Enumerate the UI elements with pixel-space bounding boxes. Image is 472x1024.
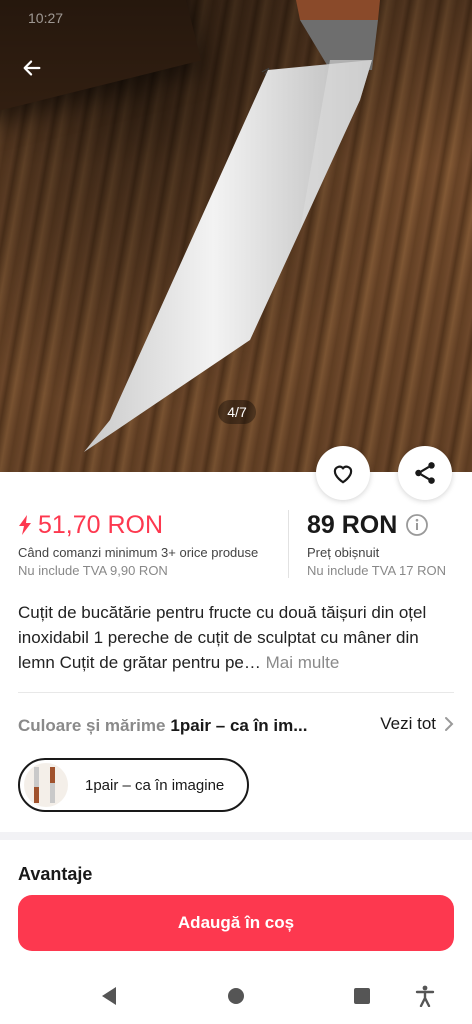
section-title: Avantaje [18,864,93,884]
product-title: Cuțit de bucătărie pentru fructe cu două… [18,600,458,675]
system-navigation-bar [0,968,472,1024]
see-all-label: Vezi tot [380,714,436,733]
product-image[interactable]: M390 4/7 [0,0,472,472]
regular-vat: Nu include TVA 17 RON [307,563,446,578]
product-title-text: Cuțit de bucătărie pentru fructe cu două… [18,603,427,672]
heart-icon [333,465,353,484]
price-divider [288,510,289,578]
lightning-icon [19,515,31,535]
sale-price-block: 51,70 RON Când comanzi minimum 3+ orice … [18,508,288,579]
nav-back-button[interactable] [95,982,123,1010]
variant-value: 1pair – ca în im... [170,716,308,735]
favorite-button[interactable] [316,446,370,500]
sale-price: 51,70 RON [38,510,164,539]
share-button[interactable] [398,446,452,500]
nav-accessibility-button[interactable] [411,982,439,1010]
info-icon[interactable] [405,513,429,537]
regular-price-block: 89 RON Preț obișnuit Nu include TVA 17 R… [307,508,446,579]
chevron-right-icon [445,717,454,731]
triangle-back-icon [102,987,116,1005]
sale-note: Când comanzi minimum 3+ orice produse [18,545,259,560]
circle-home-icon [228,988,244,1004]
more-link[interactable]: Mai multe [266,653,340,672]
nav-home-button[interactable] [222,982,250,1010]
variant-row[interactable]: Culoare și mărime 1pair – ca în im... Ve… [18,712,454,740]
knife-thumbnail-image [34,767,55,803]
accessibility-icon [415,985,435,1007]
regular-note: Preț obișnuit [307,545,380,560]
status-time: 10:27 [28,10,64,26]
section-separator [0,832,472,840]
image-counter: 4/7 [218,400,256,424]
divider [18,692,454,693]
add-to-cart-button[interactable]: Adaugă în coș [18,895,454,951]
sale-vat: Nu include TVA 9,90 RON [18,563,168,578]
back-arrow-icon [23,60,41,76]
variant-chip-label: 1pair – ca în imagine [85,776,225,794]
regular-price: 89 RON [307,510,398,539]
variant-label: Culoare și mărime [18,716,166,735]
see-all-link[interactable]: Vezi tot [380,714,454,734]
variant-chip[interactable]: 1pair – ca în imagine [18,758,249,812]
price-section: 51,70 RON Când comanzi minimum 3+ orice … [18,508,454,580]
square-recents-icon [354,988,370,1004]
share-icon [415,462,435,484]
variant-thumbnail [24,763,68,807]
back-button[interactable] [14,50,50,86]
nav-recents-button[interactable] [348,982,376,1010]
